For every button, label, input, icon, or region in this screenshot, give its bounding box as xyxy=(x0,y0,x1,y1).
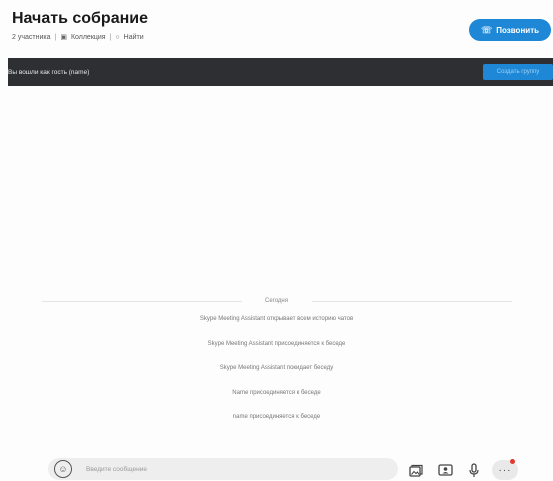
meta-divider: | xyxy=(54,33,57,41)
divider xyxy=(311,301,512,302)
search-icon: ○ xyxy=(115,33,120,41)
guest-banner: Вы вошли как гость (name) Создать группу xyxy=(8,58,553,86)
gallery-icon: ▣ xyxy=(60,34,67,41)
create-group-button[interactable]: Создать группу xyxy=(483,64,553,80)
phone-icon: ☏ xyxy=(480,24,493,35)
emoji-icon[interactable]: ☺ xyxy=(54,460,72,478)
meta-divider: | xyxy=(109,33,112,41)
message-list: Сегодня Skype Meeting Assistant открывае… xyxy=(0,295,553,430)
microphone-icon[interactable] xyxy=(465,461,483,479)
chat-header: Начать собрание 2 участника | ▣ Коллекци… xyxy=(0,0,553,48)
system-message: name присоединяется к беседе xyxy=(232,414,321,420)
system-message: Name присоединяется к беседе xyxy=(232,389,321,396)
call-button-label: Позвонить xyxy=(496,25,540,35)
message-input[interactable] xyxy=(86,463,386,475)
chat-meta: 2 участника | ▣ Коллекция | ○ Найти xyxy=(12,33,144,42)
system-message: Skype Meeting Assistant покидает беседу xyxy=(219,365,334,371)
system-message: Skype Meeting Assistant присоединяется к… xyxy=(207,340,346,347)
media-gallery-icon[interactable] xyxy=(407,461,425,479)
call-button[interactable]: ☏ Позвонить xyxy=(469,19,551,41)
notification-dot xyxy=(510,459,515,464)
system-message: Skype Meeting Assistant открывает всем и… xyxy=(199,316,354,322)
gallery-link[interactable]: Коллекция xyxy=(71,34,106,41)
contact-card-icon[interactable] xyxy=(436,461,454,479)
date-separator: Сегодня xyxy=(41,295,512,307)
guest-banner-text: Вы вошли как гость (name) xyxy=(8,68,90,76)
divider xyxy=(41,301,242,302)
participants-link[interactable]: 2 участника xyxy=(12,34,50,41)
date-label: Сегодня xyxy=(259,298,294,304)
find-link[interactable]: Найти xyxy=(124,34,144,41)
page-title: Начать собрание xyxy=(12,10,148,27)
